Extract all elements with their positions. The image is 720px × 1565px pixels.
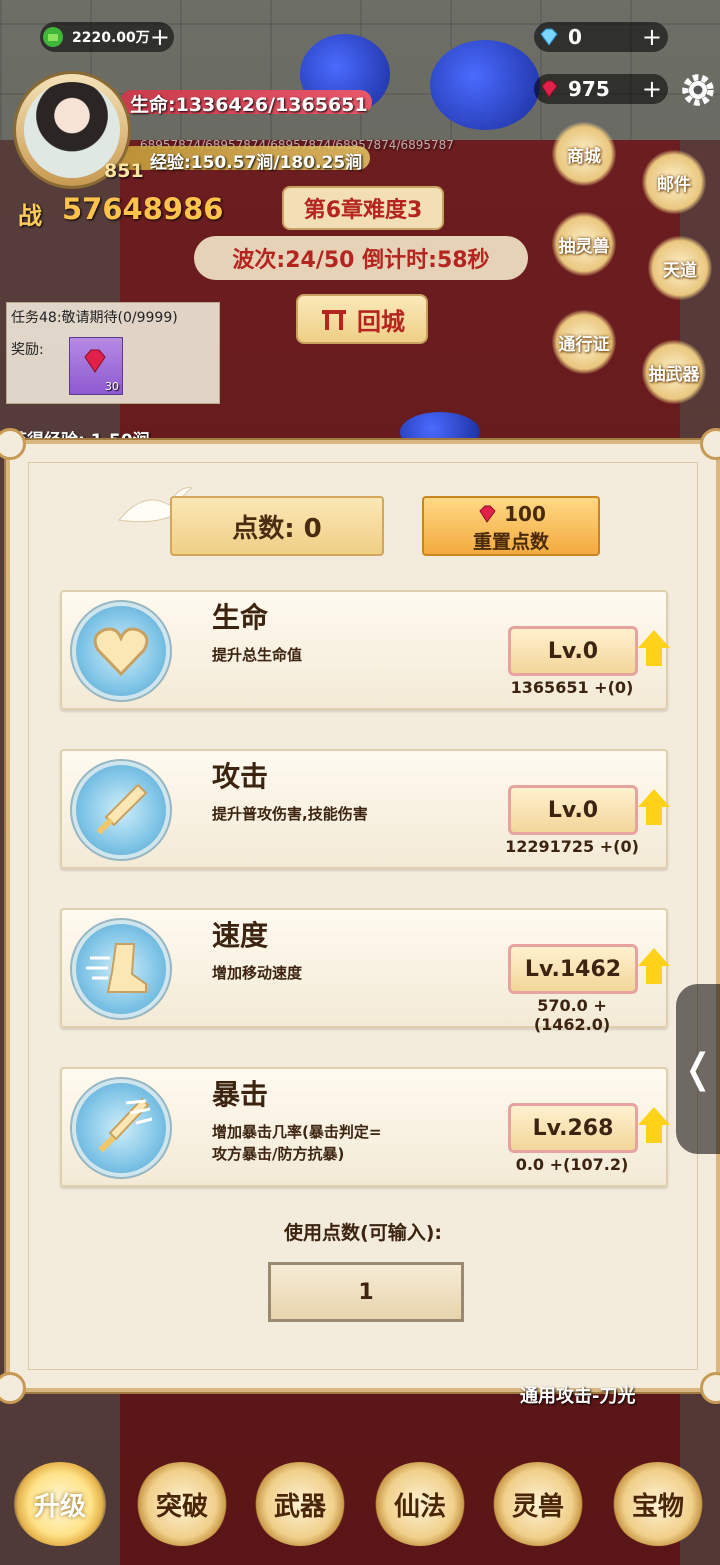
points-display: 点数: 0 [170,496,384,556]
currency-bar: 2220.00万 + [40,22,174,52]
quest-box[interactable]: 任务48:敬请期待(0/9999) 奖励: 30 [6,302,220,404]
add-currency-button[interactable]: + [150,24,170,50]
stat-desc: 增加移动速度 [212,964,303,982]
exp-text: 经验:150.57涧/180.25涧 [150,153,363,173]
stat-card-crit: 暴击 增加暴击几率(暴击判定= 攻方暴击/防方抗暴) Lv.268 0.0 +(… [60,1067,670,1187]
hp-text: 生命:1336426/1365651 [130,94,368,116]
stat-level: Lv.1462 [508,944,638,994]
green-gem-icon [43,27,63,47]
stat-value: 12291725 +(0) [505,837,639,856]
panel-corner [0,428,26,460]
quest-title: 任务48:敬请期待(0/9999) [11,310,178,326]
stat-value: 570.0 +(1462.0) [533,996,611,1034]
gate-icon [322,310,346,330]
ruby-amount: 975 [568,77,610,101]
stat-card-speed: 速度 增加移动速度 Lv.1462 570.0 +(1462.0) [60,908,670,1034]
diamond-amount: 0 [568,25,582,49]
ruby-icon [541,80,558,98]
add-ruby-button[interactable]: + [642,76,662,102]
power-label: 战 [18,202,42,230]
stat-desc: 提升总生命值 [212,646,303,664]
ruby-reward-icon [84,349,106,373]
menu-draw-weapon[interactable]: 抽武器 [642,340,706,404]
menu-shop[interactable]: 商城 [552,122,616,186]
return-city-button[interactable]: 回城 [296,294,428,344]
stat-value: 1365651 +(0) [510,678,634,697]
monster [430,40,540,130]
stat-upgrade-panel: 点数: 0 100 重置点数 生命 提升总生命值 Lv.0 1365651 +(… [0,428,720,1404]
reward-count: 30 [105,380,119,393]
add-diamond-button[interactable]: + [642,24,662,50]
stat-card-hp: 生命 提升总生命值 Lv.0 1365651 +(0) [60,590,670,710]
nav-upgrade[interactable]: 升级 [14,1462,106,1546]
nav-treasure[interactable]: 宝物 [612,1462,704,1546]
power-value: 57648986 [62,192,224,226]
crit-sword-icon [76,1083,166,1173]
nav-breakthrough[interactable]: 突破 [136,1462,228,1546]
use-points-label: 使用点数(可输入): [284,1222,442,1244]
stat-title: 速度 [212,919,269,952]
diamond-icon [540,28,558,46]
chapter-label: 第6章难度3 [282,186,444,230]
use-points-input[interactable]: 1 [268,1262,464,1322]
menu-draw-beast[interactable]: 抽灵兽 [552,212,616,276]
nav-spirit-beast[interactable]: 灵兽 [492,1462,584,1546]
ruby-bar: 975 + [534,74,668,104]
reset-cost: 100 [504,502,546,526]
menu-battle-pass[interactable]: 通行证 [552,310,616,374]
menu-heaven-dao[interactable]: 天道 [648,236,712,300]
stat-card-attack: 攻击 提升普攻伤害,技能伤害 Lv.0 12291725 +(0) [60,749,670,869]
stat-desc: 增加暴击几率(暴击判定= 攻方暴击/防方抗暴) [212,1123,382,1163]
ruby-icon [479,505,496,523]
quest-reward-label: 奖励: [11,342,44,358]
stat-level: Lv.0 [508,785,638,835]
stat-level: Lv.0 [508,626,638,676]
stat-level: Lv.268 [508,1103,638,1153]
boot-icon [76,924,166,1014]
settings-gear-icon[interactable] [680,72,716,108]
stat-title: 攻击 [212,760,269,793]
reset-label: 重置点数 [472,531,549,553]
panel-corner [700,428,720,460]
reward-item[interactable]: 30 [69,337,123,395]
stat-desc: 提升普攻伤害,技能伤害 [212,805,368,823]
player-level: 851 [104,160,144,182]
wave-timer: 波次:24/50 倒计时:58秒 [194,236,528,280]
nav-weapon[interactable]: 武器 [254,1462,346,1546]
currency-amount: 2220.00万 [72,30,150,46]
side-collapse-tab[interactable]: ❬ [676,984,720,1154]
diamond-bar: 0 + [534,22,668,52]
sword-icon [76,765,166,855]
reset-points-button[interactable]: 100 重置点数 [422,496,600,556]
menu-mail[interactable]: 邮件 [642,150,706,214]
heart-icon [76,606,166,696]
nav-immortal-magic[interactable]: 仙法 [374,1462,466,1546]
stat-title: 生命 [212,601,269,634]
skill-label: 通用攻击-刀光 [520,1386,636,1407]
stat-value: 0.0 +(107.2) [515,1155,629,1174]
stat-title: 暴击 [212,1078,269,1111]
